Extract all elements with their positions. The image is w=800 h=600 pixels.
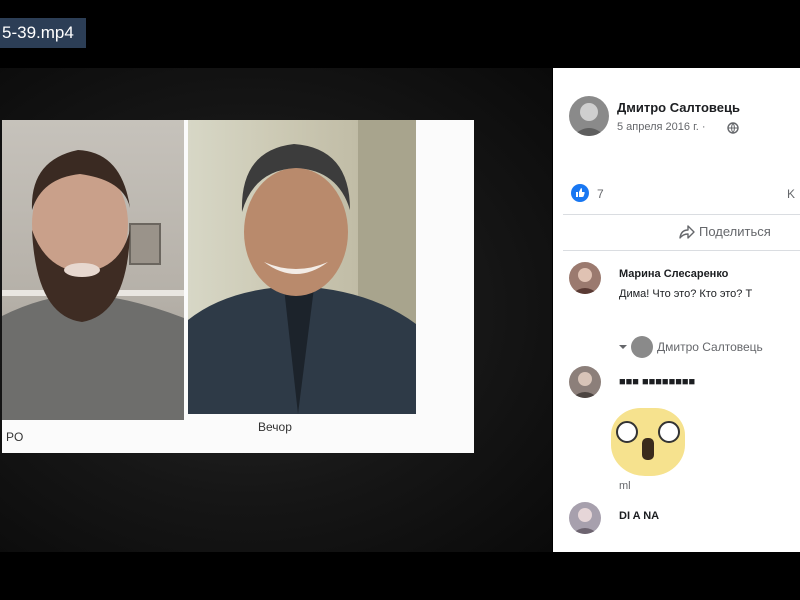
reply-avatar <box>631 336 653 358</box>
sticker-image <box>611 408 685 476</box>
divider <box>563 250 800 251</box>
reply-author: Дмитро Салтовець <box>657 340 763 354</box>
thumbs-up-glyph <box>576 188 585 197</box>
commenter-avatar[interactable] <box>569 262 601 294</box>
left-participant-name: PO <box>6 430 24 444</box>
post-author-name[interactable]: Дмитро Салтовець <box>617 100 740 115</box>
right-camera-feed <box>188 120 416 414</box>
sticker-footer: ml <box>619 480 631 492</box>
facebook-post-panel: Дмитро Салтовець 5 апреля 2016 г. · 7 K … <box>553 68 800 552</box>
video-filename-tab[interactable]: 5-39.mp4 <box>0 18 86 48</box>
post-date[interactable]: 5 апреля 2016 г. · <box>617 121 706 133</box>
comment-count-truncated[interactable]: K <box>787 187 795 201</box>
divider <box>563 214 800 215</box>
video-call-window: PO Вечор <box>2 120 474 453</box>
comment-text: Дима! Что это? Кто это? Т <box>619 288 753 300</box>
share-arrow-icon <box>679 224 695 239</box>
person-avatar-image <box>572 268 598 294</box>
like-icon[interactable] <box>571 184 589 202</box>
reaction-count[interactable]: 7 <box>597 187 604 201</box>
commenter-avatar[interactable] <box>569 502 601 534</box>
comment-author[interactable]: DI A NA <box>619 510 659 522</box>
person-avatar-image <box>573 103 605 136</box>
left-camera-feed <box>2 120 184 420</box>
globe-icon <box>727 122 739 134</box>
smiling-man-image <box>188 120 416 414</box>
comment-author-redacted[interactable]: ■■■ ■■■■■■■■ <box>619 376 695 388</box>
share-label: Поделиться <box>699 224 771 239</box>
view-reply[interactable]: Дмитро Салтовець <box>619 336 763 358</box>
person-avatar-image <box>572 372 598 398</box>
shocked-face-sticker <box>616 421 680 460</box>
bearded-man-image <box>2 150 184 420</box>
commenter-avatar[interactable] <box>569 366 601 398</box>
author-avatar[interactable] <box>569 96 609 136</box>
person-avatar-image <box>572 508 598 534</box>
share-button[interactable]: Поделиться <box>679 224 771 239</box>
comment-author[interactable]: Марина Слесаренко <box>619 268 728 280</box>
reply-caret-icon <box>619 345 627 349</box>
right-participant-name: Вечор <box>258 420 292 434</box>
